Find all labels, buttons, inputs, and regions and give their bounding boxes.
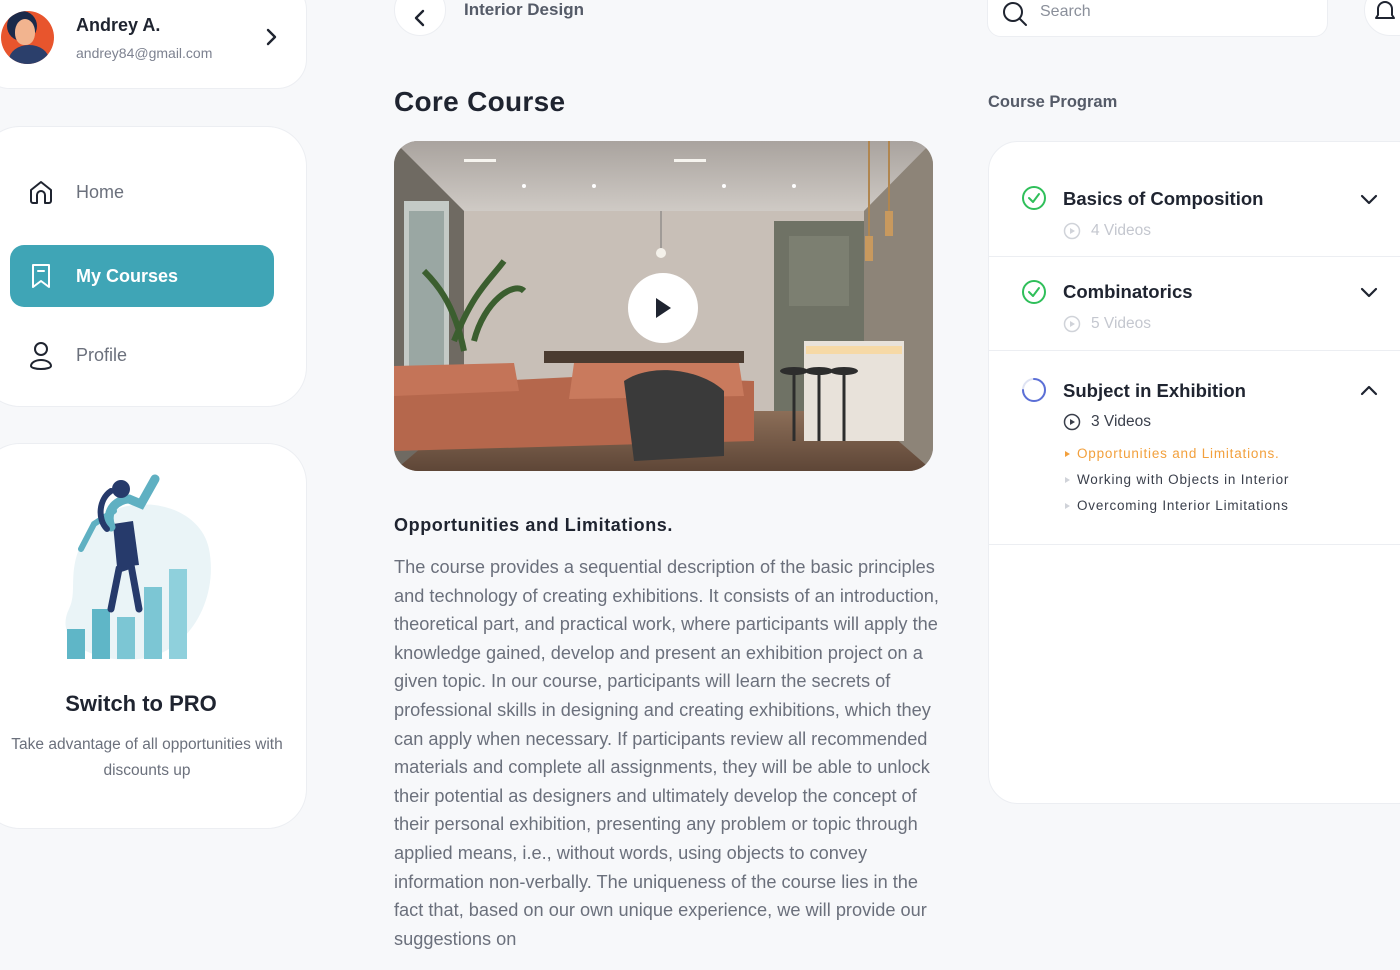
video-icon — [1063, 413, 1081, 431]
course-video[interactable] — [394, 141, 933, 471]
chevron-down-icon[interactable] — [1359, 285, 1379, 299]
search-input[interactable] — [1040, 3, 1300, 21]
notifications-button[interactable] — [1364, 0, 1400, 36]
module-item[interactable]: Combinatorics 5 Videos — [989, 257, 1400, 351]
video-icon — [1063, 315, 1081, 333]
lesson-link[interactable]: Working with Objects in Interior — [1065, 472, 1289, 487]
module-video-count-label: 3 Videos — [1091, 413, 1152, 430]
course-program-heading: Course Program — [988, 93, 1118, 111]
module-item[interactable]: Basics of Composition 4 Videos — [989, 142, 1400, 257]
video-icon — [1063, 222, 1081, 240]
search-box[interactable] — [987, 0, 1328, 37]
growth-illustration-icon — [65, 474, 211, 660]
sidebar-item-label: Profile — [76, 344, 128, 365]
module-title: Basics of Composition — [1063, 188, 1264, 209]
check-circle-icon — [1022, 280, 1046, 304]
bullet-icon — [1065, 450, 1070, 457]
user-card[interactable]: Andrey A. andrey84@gmail.com — [0, 0, 307, 89]
chevron-left-icon — [414, 9, 425, 27]
search-icon — [1003, 2, 1027, 26]
module-video-count-label: 5 Videos — [1091, 315, 1152, 332]
check-circle-icon — [1022, 186, 1046, 210]
bullet-icon — [1065, 476, 1070, 483]
chevron-right-icon[interactable] — [264, 28, 278, 46]
page-title: Core Course — [394, 86, 566, 117]
lesson-title: Opportunities and Limitations. — [394, 515, 673, 535]
pro-promo-card[interactable]: Switch to PRO Take advantage of all oppo… — [0, 443, 307, 829]
module-video-count: 5 Videos — [1063, 315, 1151, 333]
lesson-link-label: Working with Objects in Interior — [1077, 472, 1290, 487]
chevron-down-icon[interactable] — [1359, 192, 1379, 206]
module-video-count-label: 4 Videos — [1091, 222, 1152, 239]
promo-title: Switch to PRO — [65, 691, 217, 716]
user-name: Andrey A. — [76, 15, 161, 35]
module-video-count: 3 Videos — [1063, 413, 1151, 431]
lesson-link-label: Opportunities and Limitations. — [1077, 446, 1280, 461]
sidebar-item-label: Home — [76, 181, 125, 202]
sidebar-item-profile[interactable]: Profile — [10, 324, 274, 386]
sidebar-item-home[interactable]: Home — [10, 161, 274, 223]
course-program-panel: Basics of Composition 4 Videos Combinato… — [988, 141, 1400, 804]
module-title: Subject in Exhibition — [1063, 380, 1246, 401]
user-icon — [26, 340, 56, 370]
sidebar-nav: Home My Courses Profile — [0, 126, 307, 407]
bookmark-icon — [26, 261, 56, 291]
avatar — [1, 11, 54, 64]
module-title: Combinatorics — [1063, 281, 1193, 302]
bell-icon — [1375, 1, 1395, 19]
back-button[interactable] — [394, 0, 446, 36]
chevron-up-icon[interactable] — [1359, 384, 1379, 398]
lesson-link-current[interactable]: Opportunities and Limitations. — [1065, 446, 1280, 461]
home-icon — [26, 177, 56, 207]
module-item[interactable]: Subject in Exhibition 3 Videos Opportuni… — [989, 351, 1400, 545]
lesson-link-label: Overcoming Interior Limitations — [1077, 498, 1289, 513]
promo-text: Take advantage of all opportunities with… — [11, 736, 283, 779]
lesson-link[interactable]: Overcoming Interior Limitations — [1065, 498, 1289, 513]
user-email: andrey84@gmail.com — [76, 45, 213, 61]
lesson-description: The course provides a sequential descrip… — [394, 557, 939, 949]
sidebar-item-label: My Courses — [76, 265, 179, 286]
bullet-icon — [1065, 502, 1070, 509]
play-button[interactable] — [628, 273, 698, 343]
module-video-count: 4 Videos — [1063, 222, 1151, 240]
progress-circle-icon — [1022, 378, 1046, 402]
breadcrumb[interactable]: Interior Design — [464, 0, 584, 20]
sidebar-item-my-courses[interactable]: My Courses — [10, 245, 274, 307]
play-icon — [656, 298, 671, 318]
